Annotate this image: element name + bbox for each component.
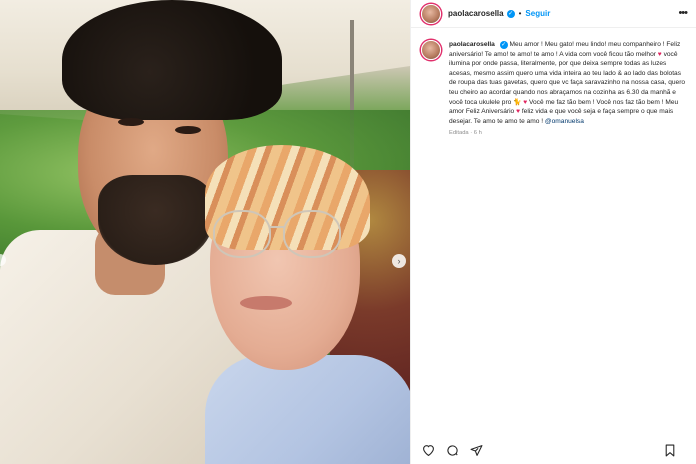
heart-emoji-icon: ♥	[657, 50, 662, 58]
man-left-eye	[118, 118, 144, 126]
caption-part-2: você ilumina por onde passa, literalment…	[449, 50, 686, 106]
heart-emoji-icon: ♥	[516, 108, 520, 116]
caption-username[interactable]: paolacarosella	[449, 41, 495, 48]
man-hair	[62, 0, 282, 120]
follow-button[interactable]: Seguir	[525, 9, 550, 18]
post-meta: Editada · 6 h	[449, 130, 482, 137]
carousel-next-button[interactable]: ›	[392, 254, 406, 268]
heart-emoji-icon: ♥	[523, 98, 528, 106]
caption-text: paolacarosella ✓ Meu amor ! Meu gato! me…	[449, 40, 689, 126]
share-icon[interactable]	[469, 443, 483, 457]
woman-lips	[240, 296, 292, 310]
bookmark-icon[interactable]	[663, 443, 677, 457]
post-actions	[421, 440, 691, 460]
caption-body: paolacarosella ✓ Meu amor ! Meu gato! me…	[449, 40, 689, 136]
header-username[interactable]: paolacarosella	[448, 9, 504, 18]
caption-verified-badge-icon: ✓	[499, 41, 508, 49]
heart-icon[interactable]	[421, 443, 435, 457]
comment-icon[interactable]	[445, 443, 459, 457]
man-right-eye	[175, 126, 201, 134]
caption-avatar[interactable]	[421, 40, 441, 60]
caption: paolacarosella ✓ Meu amor ! Meu gato! me…	[421, 40, 691, 136]
glasses-left-lens	[213, 210, 271, 258]
chevron-right-icon: ›	[397, 256, 401, 266]
cat-emoji-icon: 🐈	[513, 98, 522, 106]
header-separator: •	[518, 9, 522, 18]
caption-mention-link[interactable]: @omanuelsa	[545, 118, 584, 125]
glasses-bridge	[270, 226, 284, 228]
man-beard	[98, 175, 213, 265]
post-header: paolacarosella ✓ • Seguir •••	[411, 0, 696, 28]
verified-badge-icon: ✓	[506, 9, 515, 18]
glasses-right-lens	[283, 210, 341, 258]
more-options-icon[interactable]: •••	[678, 7, 688, 19]
woman-shirt	[205, 355, 410, 464]
avatar[interactable]	[421, 3, 441, 24]
post-side-panel: paolacarosella ✓ • Seguir ••• paolacaros…	[410, 0, 696, 464]
post-photo[interactable]: ›	[0, 0, 410, 464]
